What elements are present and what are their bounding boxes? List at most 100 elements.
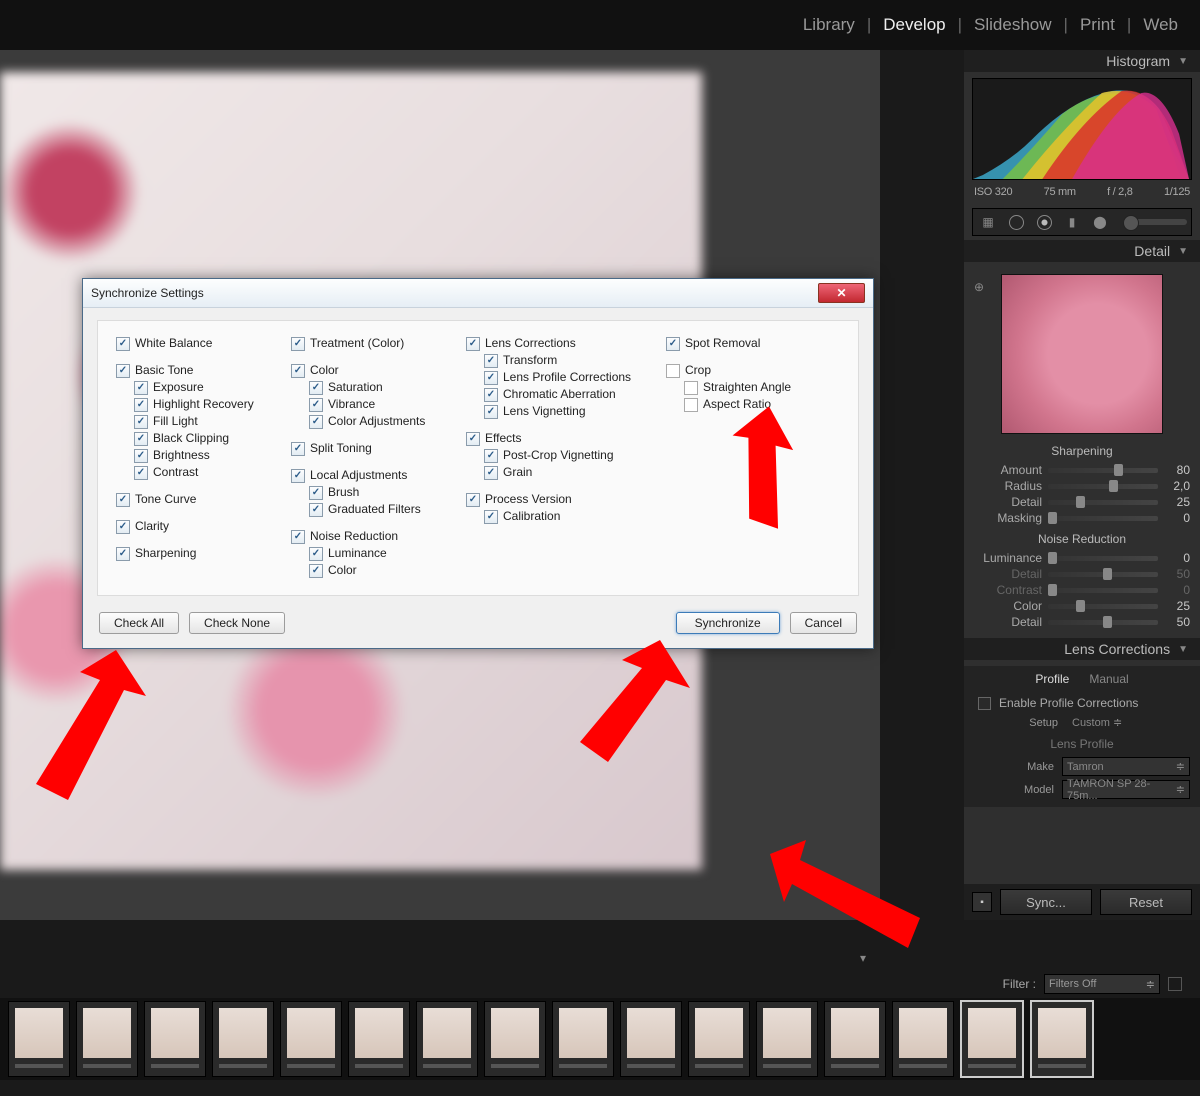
check-spot removal[interactable]: ✓ Spot Removal [666,335,816,352]
check-fill light[interactable]: ✓ Fill Light [116,413,281,430]
brush-tool-icon[interactable]: ⬤ [1089,213,1111,231]
target-icon[interactable]: ⊕ [974,280,984,294]
check-clarity[interactable]: ✓ Clarity [116,518,281,535]
dialog-titlebar[interactable]: Synchronize Settings ✕ [83,279,873,308]
slider-masking[interactable]: Masking 0 [964,510,1200,526]
enable-profile-check[interactable]: Enable Profile Corrections [964,692,1200,714]
thumbnail[interactable] [892,1001,954,1077]
synchronize-button[interactable]: Synchronize [676,612,780,634]
thumbnail[interactable] [484,1001,546,1077]
check-graduated filters[interactable]: ✓ Graduated Filters [291,501,456,518]
close-icon[interactable]: ✕ [818,283,865,303]
secondary-display-dropdown[interactable]: ▾ [850,948,876,968]
thumbnail[interactable] [280,1001,342,1077]
check-exposure[interactable]: ✓ Exposure [116,379,281,396]
slider-luminance[interactable]: Luminance 0 [964,550,1200,566]
check-treatment (color)[interactable]: ✓ Treatment (Color) [291,335,456,352]
redeye-tool-icon[interactable] [1033,213,1055,231]
sync-button[interactable]: Sync... [1000,889,1092,915]
check-brush[interactable]: ✓ Brush [291,484,456,501]
thumbnail[interactable] [348,1001,410,1077]
check-black clipping[interactable]: ✓ Black Clipping [116,430,281,447]
lens-make-select[interactable]: Tamron≑ [1062,757,1190,776]
check-tone curve[interactable]: ✓ Tone Curve [116,491,281,508]
chevron-down-icon: ▼ [1178,56,1188,67]
check-chromatic aberration[interactable]: ✓ Chromatic Aberration [466,386,656,403]
check-post-crop vignetting[interactable]: ✓ Post-Crop Vignetting [466,447,656,464]
setup-value[interactable]: Custom ≑ [1066,716,1190,729]
slider-color[interactable]: Color 25 [964,598,1200,614]
thumbnail[interactable] [688,1001,750,1077]
check-effects[interactable]: ✓ Effects [466,430,656,447]
thumbnail[interactable] [960,1000,1024,1078]
check-transform[interactable]: ✓ Transform [466,352,656,369]
check-color adjustments[interactable]: ✓ Color Adjustments [291,413,456,430]
crop-tool-icon[interactable]: ▦ [977,213,999,231]
check-highlight recovery[interactable]: ✓ Highlight Recovery [116,396,281,413]
slider-amount[interactable]: Amount 80 [964,462,1200,478]
switch-icon[interactable]: ▪ [972,892,992,912]
check-color[interactable]: ✓ Color [291,562,456,579]
lens-header[interactable]: Lens Corrections▼ [964,638,1200,660]
thumbnail[interactable] [552,1001,614,1077]
check-split toning[interactable]: ✓ Split Toning [291,440,456,457]
check-calibration[interactable]: ✓ Calibration [466,508,656,525]
flag-toggle-icon[interactable] [1168,977,1182,991]
check-basic tone[interactable]: ✓ Basic Tone [116,362,281,379]
detail-preview[interactable] [1001,274,1163,434]
check-all-button[interactable]: Check All [99,612,179,634]
filter-select[interactable]: Filters Off≑ [1044,974,1160,994]
thumbnail[interactable] [8,1001,70,1077]
nav-web[interactable]: Web [1143,15,1178,35]
cancel-button[interactable]: Cancel [790,612,857,634]
thumbnail[interactable] [212,1001,274,1077]
thumbnail[interactable] [144,1001,206,1077]
check-saturation[interactable]: ✓ Saturation [291,379,456,396]
lens-model-select[interactable]: TAMRON SP 28-75m...≑ [1062,780,1190,799]
thumbnail[interactable] [756,1001,818,1077]
slider-detail[interactable]: Detail 50 [964,566,1200,582]
histogram[interactable] [972,78,1192,180]
check-none-button[interactable]: Check None [189,612,285,634]
checkbox-icon [684,381,698,395]
check-straighten angle[interactable]: Straighten Angle [666,379,816,396]
tab-manual[interactable]: Manual [1089,672,1128,686]
nav-develop[interactable]: Develop [883,15,945,35]
check-lens vignetting[interactable]: ✓ Lens Vignetting [466,403,656,420]
spot-tool-icon[interactable] [1005,213,1027,231]
slider-radius[interactable]: Radius 2,0 [964,478,1200,494]
brush-size-slider[interactable] [1123,219,1187,225]
check-luminance[interactable]: ✓ Luminance [291,545,456,562]
check-noise reduction[interactable]: ✓ Noise Reduction [291,528,456,545]
nav-library[interactable]: Library [803,15,855,35]
thumbnail[interactable] [416,1001,478,1077]
check-grain[interactable]: ✓ Grain [466,464,656,481]
thumbnail[interactable] [620,1001,682,1077]
check-lens profile corrections[interactable]: ✓ Lens Profile Corrections [466,369,656,386]
check-lens corrections[interactable]: ✓ Lens Corrections [466,335,656,352]
thumbnail[interactable] [76,1001,138,1077]
tab-profile[interactable]: Profile [1035,672,1069,686]
histogram-header[interactable]: Histogram▼ [964,50,1200,72]
detail-header[interactable]: Detail▼ [964,240,1200,262]
check-vibrance[interactable]: ✓ Vibrance [291,396,456,413]
slider-detail[interactable]: Detail 50 [964,614,1200,630]
check-brightness[interactable]: ✓ Brightness [116,447,281,464]
gradient-tool-icon[interactable]: ▮ [1061,213,1083,231]
check-local adjustments[interactable]: ✓ Local Adjustments [291,467,456,484]
filmstrip[interactable] [0,998,1200,1080]
check-crop[interactable]: Crop [666,362,816,379]
check-aspect ratio[interactable]: Aspect Ratio [666,396,816,413]
check-sharpening[interactable]: ✓ Sharpening [116,545,281,562]
check-contrast[interactable]: ✓ Contrast [116,464,281,481]
thumbnail[interactable] [1030,1000,1094,1078]
reset-button[interactable]: Reset [1100,889,1192,915]
check-white balance[interactable]: ✓ White Balance [116,335,281,352]
check-color[interactable]: ✓ Color [291,362,456,379]
slider-detail[interactable]: Detail 25 [964,494,1200,510]
nav-print[interactable]: Print [1080,15,1115,35]
nav-slideshow[interactable]: Slideshow [974,15,1052,35]
thumbnail[interactable] [824,1001,886,1077]
slider-contrast[interactable]: Contrast 0 [964,582,1200,598]
check-process version[interactable]: ✓ Process Version [466,491,656,508]
